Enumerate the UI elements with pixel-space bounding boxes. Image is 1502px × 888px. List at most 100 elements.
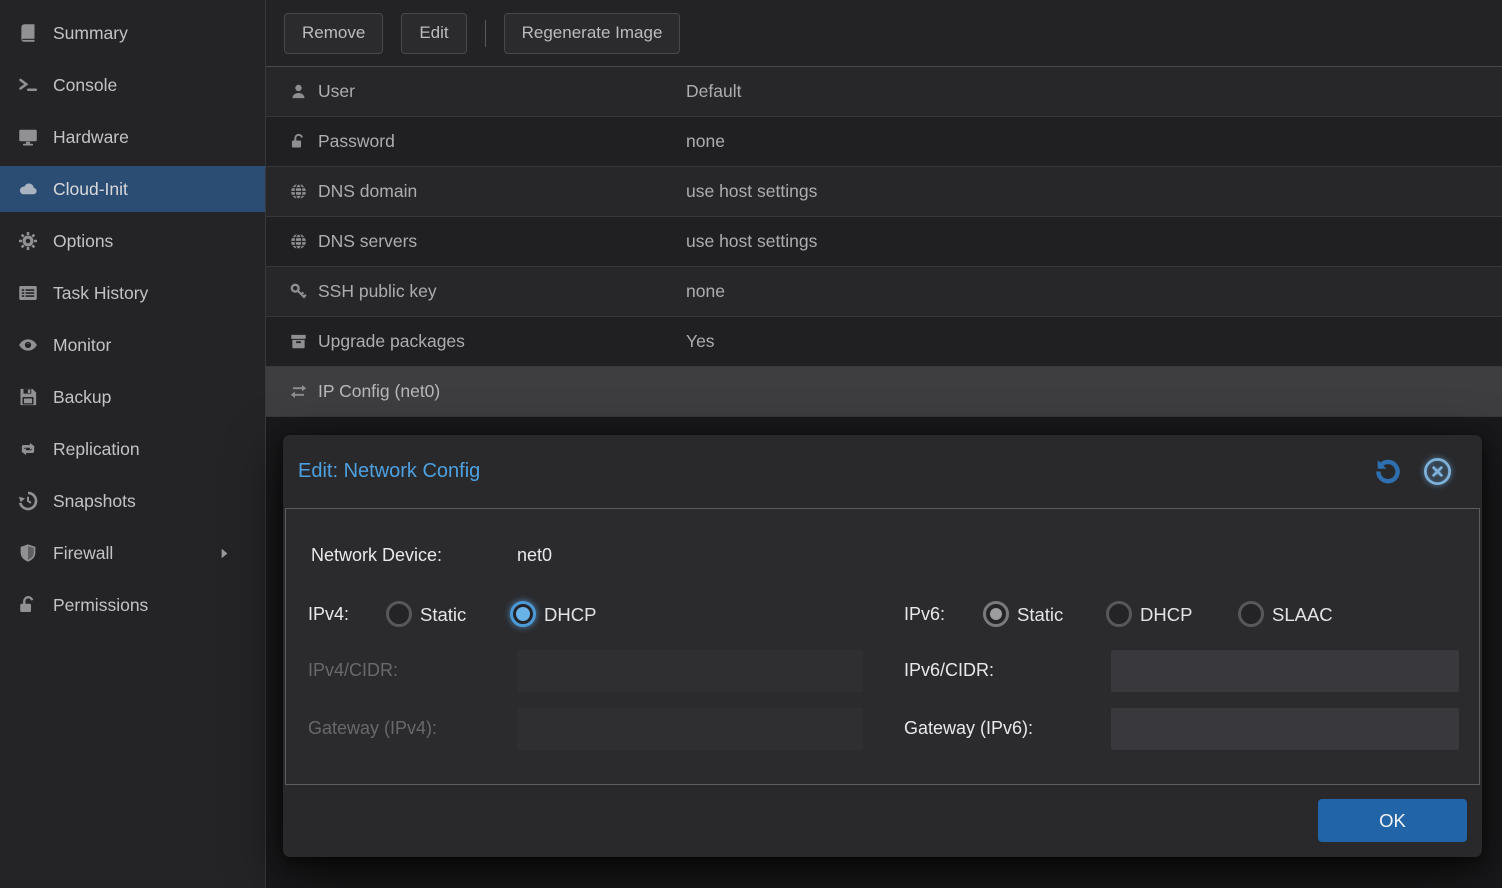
gateway-ipv6-input[interactable] [1111, 708, 1459, 750]
edit-network-config-dialog: Edit: Network Config Network Device: net… [283, 435, 1482, 857]
table-row-ssh-public-key[interactable]: SSH public key none [266, 267, 1502, 317]
ipv6-slaac-radio-label[interactable]: SLAAC [1272, 604, 1333, 626]
row-label: User [318, 81, 355, 102]
sidebar-item-hardware[interactable]: Hardware [0, 114, 265, 160]
table-row-user[interactable]: User Default [266, 67, 1502, 117]
floppy-icon [18, 387, 50, 407]
history-icon [18, 491, 50, 511]
network-device-value: net0 [517, 545, 552, 566]
ipv6-static-radio[interactable] [983, 601, 1009, 627]
row-label: Upgrade packages [318, 331, 465, 352]
sidebar-item-console[interactable]: Console [0, 62, 265, 108]
user-icon [290, 83, 318, 100]
sidebar-item-label: Hardware [53, 127, 129, 148]
monitor-icon [18, 127, 50, 147]
book-icon [18, 23, 50, 43]
key-icon [290, 283, 318, 300]
sidebar-item-replication[interactable]: Replication [0, 426, 265, 472]
row-label: IP Config (net0) [318, 381, 440, 402]
sidebar: Summary Console Hardware Cloud-Init Opti… [0, 0, 266, 888]
sidebar-item-label: Firewall [53, 543, 113, 564]
gateway-ipv4-input[interactable] [517, 708, 863, 750]
dialog-title: Edit: Network Config [298, 460, 480, 483]
gateway-ipv4-label: Gateway (IPv4): [308, 718, 437, 739]
sidebar-item-label: Monitor [53, 335, 111, 356]
exchange-icon [290, 383, 318, 400]
sidebar-item-label: Replication [53, 439, 140, 460]
row-label: SSH public key [318, 281, 437, 302]
close-icon[interactable] [1423, 457, 1452, 486]
dialog-footer: OK [283, 785, 1482, 857]
unlock-icon [18, 595, 50, 615]
row-value: Yes [686, 317, 715, 366]
sidebar-item-firewall[interactable]: Firewall [0, 530, 265, 576]
row-value: use host settings [686, 167, 817, 216]
sidebar-item-label: Backup [53, 387, 111, 408]
sidebar-item-options[interactable]: Options [0, 218, 265, 264]
ipv4-cidr-input[interactable] [517, 650, 863, 692]
cloud-init-settings-table: User Default Password none DNS domain us… [266, 67, 1502, 417]
table-row-password[interactable]: Password none [266, 117, 1502, 167]
sidebar-item-monitor[interactable]: Monitor [0, 322, 265, 368]
sidebar-item-backup[interactable]: Backup [0, 374, 265, 420]
globe-icon [290, 233, 318, 250]
sidebar-item-label: Snapshots [53, 491, 136, 512]
row-value: use host settings [686, 217, 817, 266]
row-label: DNS servers [318, 231, 417, 252]
ipv4-cidr-label: IPv4/CIDR: [308, 660, 398, 681]
ok-button[interactable]: OK [1318, 799, 1467, 842]
sidebar-item-snapshots[interactable]: Snapshots [0, 478, 265, 524]
caret-right-icon [218, 547, 231, 560]
sidebar-item-cloud-init[interactable]: Cloud-Init [0, 166, 265, 212]
undo-icon[interactable] [1374, 458, 1401, 485]
row-label: DNS domain [318, 181, 417, 202]
sidebar-item-label: Task History [53, 283, 148, 304]
ipv6-dhcp-radio-label[interactable]: DHCP [1140, 604, 1192, 626]
retweet-icon [18, 439, 50, 459]
toolbar-separator [485, 20, 486, 47]
dialog-header[interactable]: Edit: Network Config [283, 435, 1482, 508]
row-value: Default [686, 67, 741, 116]
ipv6-static-radio-label[interactable]: Static [1017, 604, 1063, 626]
table-row-upgrade-packages[interactable]: Upgrade packages Yes [266, 317, 1502, 367]
row-value: none [686, 117, 725, 166]
ipv6-cidr-label: IPv6/CIDR: [904, 660, 994, 681]
table-row-dns-domain[interactable]: DNS domain use host settings [266, 167, 1502, 217]
ipv4-label: IPv4: [308, 604, 349, 625]
sidebar-item-label: Permissions [53, 595, 148, 616]
ipv6-slaac-radio[interactable] [1238, 601, 1264, 627]
table-row-ip-config-net0[interactable]: IP Config (net0) [266, 367, 1502, 417]
gateway-ipv6-label: Gateway (IPv6): [904, 718, 1033, 739]
sidebar-item-label: Summary [53, 23, 128, 44]
ipv6-label: IPv6: [904, 604, 945, 625]
edit-button[interactable]: Edit [401, 13, 466, 54]
sidebar-item-label: Console [53, 75, 117, 96]
terminal-icon [18, 75, 50, 95]
ipv4-static-radio[interactable] [386, 601, 412, 627]
ipv4-dhcp-radio[interactable] [510, 601, 536, 627]
sidebar-item-task-history[interactable]: Task History [0, 270, 265, 316]
sidebar-item-label: Cloud-Init [53, 179, 128, 200]
remove-button[interactable]: Remove [284, 13, 383, 54]
sidebar-item-label: Options [53, 231, 113, 252]
ipv6-cidr-input[interactable] [1111, 650, 1459, 692]
gear-icon [18, 231, 50, 251]
cloud-icon [18, 179, 50, 199]
table-row-dns-servers[interactable]: DNS servers use host settings [266, 217, 1502, 267]
row-value: none [686, 267, 725, 316]
ipv4-dhcp-radio-label[interactable]: DHCP [544, 604, 596, 626]
shield-icon [18, 543, 50, 563]
proxmox-vm-panel: Summary Console Hardware Cloud-Init Opti… [0, 0, 1502, 888]
sidebar-item-permissions[interactable]: Permissions [0, 582, 265, 628]
regenerate-image-button[interactable]: Regenerate Image [504, 13, 681, 54]
eye-icon [18, 335, 50, 355]
globe-icon [290, 183, 318, 200]
list-icon [18, 283, 50, 303]
sidebar-item-summary[interactable]: Summary [0, 10, 265, 56]
row-label: Password [318, 131, 395, 152]
network-device-label: Network Device: [311, 545, 442, 566]
ipv4-static-radio-label[interactable]: Static [420, 604, 466, 626]
toolbar: Remove Edit Regenerate Image [266, 0, 1502, 67]
ipv6-dhcp-radio[interactable] [1106, 601, 1132, 627]
unlock-icon [290, 133, 318, 150]
